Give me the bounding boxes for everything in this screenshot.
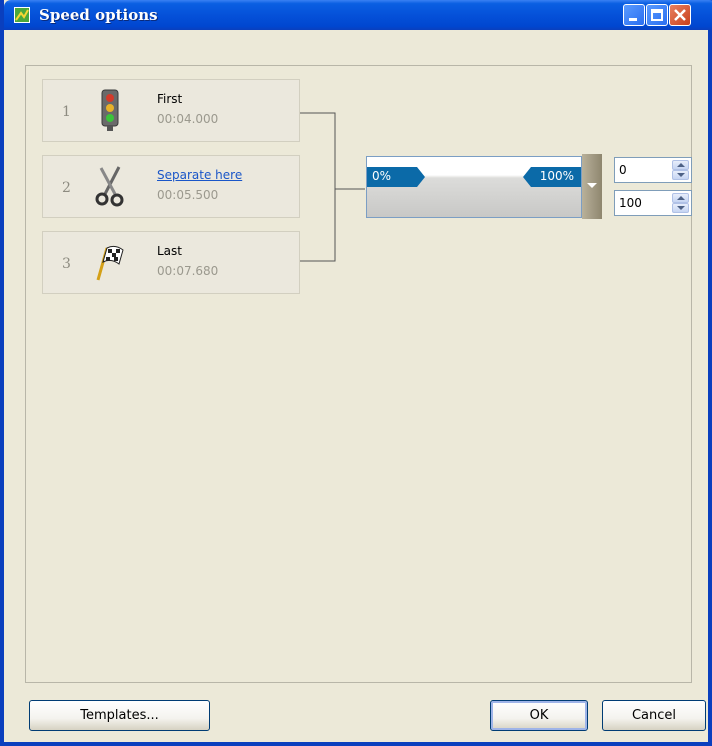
traffic-light-icon: [101, 89, 119, 131]
end-speed-value[interactable]: 100: [619, 196, 642, 210]
segment-name: Last: [157, 244, 182, 258]
minimize-button[interactable]: [623, 4, 645, 26]
segment-time: 00:05.500: [157, 188, 219, 202]
window-title: Speed options: [39, 6, 158, 24]
spin-down-button[interactable]: [672, 170, 689, 180]
scissors-icon: [95, 166, 124, 207]
spin-up-button[interactable]: [672, 193, 689, 203]
start-speed-value[interactable]: 0: [619, 163, 627, 177]
segment-index: 3: [62, 256, 71, 272]
spin-up-button[interactable]: [672, 160, 689, 170]
range-start-label: 0%: [372, 169, 392, 183]
stepper-arrows: [672, 193, 689, 213]
segment-name-link[interactable]: Separate here: [157, 168, 242, 182]
maximize-icon: [651, 9, 663, 21]
start-speed-stepper[interactable]: 0: [614, 157, 692, 183]
cancel-button[interactable]: Cancel: [602, 700, 706, 731]
templates-button[interactable]: Templates...: [29, 700, 210, 731]
checkered-flag-icon: [96, 245, 124, 281]
segments-panel: 1 First 00:04.000 2 Separate here 00:05.…: [25, 65, 692, 683]
close-button[interactable]: [669, 4, 691, 26]
end-speed-stepper[interactable]: 100: [614, 190, 692, 216]
ok-button[interactable]: OK: [490, 700, 588, 731]
maximize-button[interactable]: [646, 4, 668, 26]
segment-name: First: [157, 92, 183, 106]
title-bar[interactable]: Speed options: [4, 0, 712, 30]
segment-time: 00:07.680: [157, 264, 219, 278]
segment-item-separate[interactable]: 2 Separate here 00:05.500: [42, 155, 300, 218]
segment-time: 00:04.000: [157, 112, 219, 126]
close-icon: [674, 9, 686, 21]
segment-item-last[interactable]: 3 Last 00:07.680: [42, 231, 300, 294]
app-icon: [14, 7, 30, 23]
chevron-down-icon: [587, 183, 597, 188]
speed-options-window: Speed options 1 First 00:04.000 2 Separa…: [0, 0, 712, 746]
segment-index: 2: [62, 180, 71, 196]
segment-index: 1: [62, 104, 71, 120]
minimize-icon: [629, 18, 637, 21]
range-dropdown-button[interactable]: [582, 154, 602, 219]
speed-range-bar[interactable]: 0% 100%: [366, 156, 582, 218]
stepper-arrows: [672, 160, 689, 180]
range-end-label: 100%: [539, 169, 574, 183]
spin-down-button[interactable]: [672, 203, 689, 213]
segment-item-first[interactable]: 1 First 00:04.000: [42, 79, 300, 142]
